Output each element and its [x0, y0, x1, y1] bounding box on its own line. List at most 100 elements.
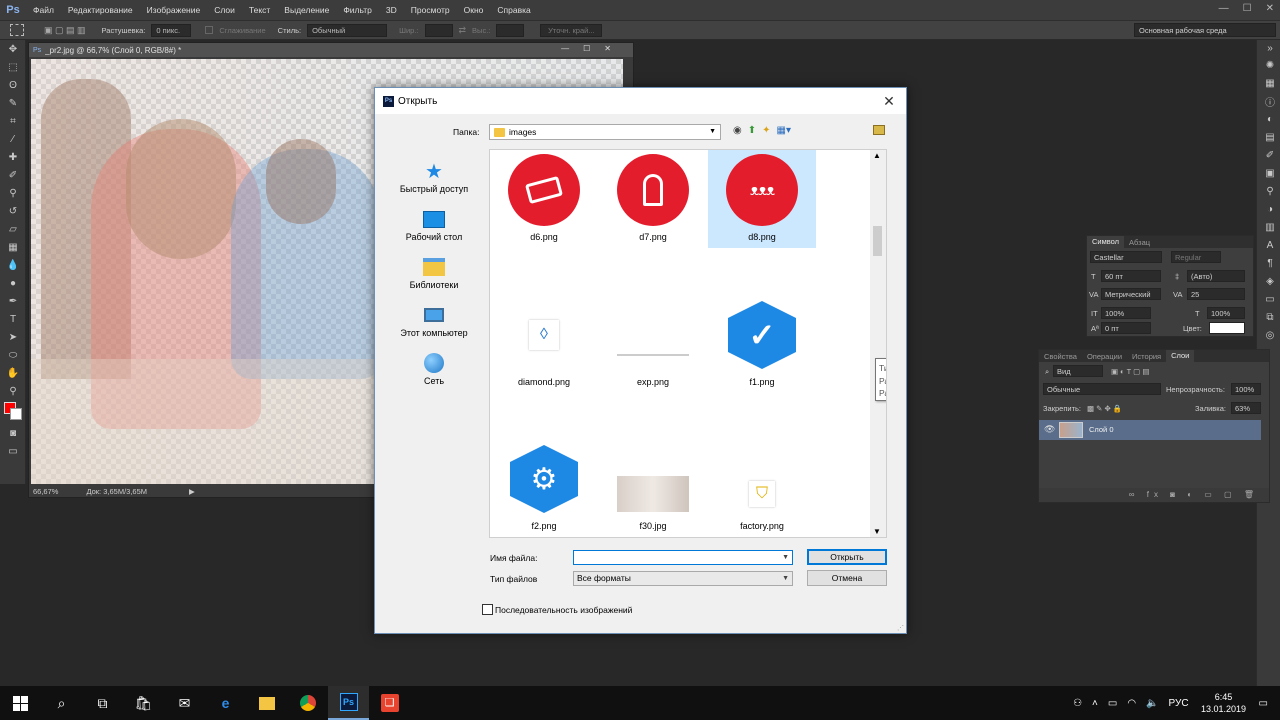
stamp-tool-icon[interactable]: ⚲ [0, 184, 26, 202]
language-indicator[interactable]: РУС [1169, 698, 1189, 709]
3d-panel-icon[interactable]: ◈ [1257, 272, 1280, 290]
text-color-swatch[interactable] [1209, 322, 1245, 334]
status-arrow-icon[interactable]: ▶ [189, 487, 195, 496]
menu-filter[interactable]: Фильтр [336, 5, 379, 15]
network-icon[interactable]: ◠ [1127, 698, 1136, 709]
visibility-eye-icon[interactable]: 👁 [1044, 424, 1055, 435]
tab-properties[interactable]: Свойства [1039, 352, 1082, 361]
scroll-thumb[interactable] [873, 226, 882, 256]
opacity-input[interactable]: 100% [1231, 383, 1261, 395]
recorder-app-icon[interactable]: ❏ [369, 686, 410, 720]
font-size-input[interactable]: 60 пт [1101, 270, 1161, 282]
tab-layers[interactable]: Слои [1166, 350, 1195, 362]
marquee-tool-icon[interactable]: ⬚ [0, 58, 26, 76]
collapse-panels-icon[interactable]: » [1257, 40, 1280, 56]
people-icon[interactable]: ⚇ [1073, 698, 1082, 709]
look-in-select[interactable]: images ▼ [489, 124, 721, 140]
battery-icon[interactable]: ▭ [1108, 698, 1117, 709]
file-item[interactable]: exp.png [599, 295, 707, 393]
tab-history[interactable]: История [1127, 352, 1166, 361]
volume-icon[interactable]: 🔈 [1146, 698, 1158, 709]
menu-edit[interactable]: Редактирование [61, 5, 140, 15]
menu-layer[interactable]: Слои [207, 5, 242, 15]
menu-3d[interactable]: 3D [379, 5, 404, 15]
lock-icons[interactable]: ▩ ✎ ✥ 🔒 [1087, 404, 1122, 413]
quick-mask-icon[interactable]: ◙ [0, 424, 26, 442]
lasso-tool-icon[interactable]: ʘ [0, 76, 26, 94]
new-folder-icon[interactable]: ✦ [762, 125, 770, 136]
file-item[interactable]: f30.jpg [599, 439, 707, 537]
workspace-select[interactable]: Основная рабочая среда [1134, 23, 1276, 37]
up-folder-icon[interactable]: ⬆ [748, 125, 756, 136]
file-item[interactable]: d7.png [599, 150, 707, 248]
leading-input[interactable]: (Авто) [1187, 270, 1245, 282]
swap-icon[interactable]: ⇄ [459, 25, 467, 36]
layer-filter-icons[interactable]: ▣ ◐ T ▢ ▤ [1111, 367, 1149, 376]
zoom-level[interactable]: 66,67% [33, 487, 58, 496]
search-icon[interactable]: ⌕ [41, 686, 82, 720]
chrome-icon[interactable] [287, 686, 328, 720]
tracking-input[interactable]: 25 [1187, 288, 1245, 300]
crop-tool-icon[interactable]: ⌗ [0, 112, 26, 130]
color-panel-icon[interactable]: ✺ [1257, 56, 1280, 74]
history-brush-tool-icon[interactable]: ↺ [0, 202, 26, 220]
mail-icon[interactable]: ✉ [164, 686, 205, 720]
zoom-tool-icon[interactable]: ⚲ [0, 382, 26, 400]
resize-grip-icon[interactable]: ⋰ [897, 624, 904, 632]
close-icon[interactable]: ✕ [1266, 3, 1274, 14]
image-sequence-checkbox[interactable] [482, 604, 493, 615]
view-menu-icon[interactable]: ▦▾ [777, 125, 791, 136]
tab-actions[interactable]: Операции [1082, 352, 1127, 361]
horizontal-scale-input[interactable]: 100% [1207, 307, 1245, 319]
layer-row[interactable]: 👁 Слой 0 [1039, 420, 1261, 440]
path-select-tool-icon[interactable]: ➤ [0, 328, 26, 346]
tab-character[interactable]: Символ [1087, 236, 1125, 248]
notifications-icon[interactable]: ▭ [1259, 698, 1268, 709]
maximize-icon[interactable]: ☐ [1243, 3, 1252, 14]
menu-type[interactable]: Текст [242, 5, 277, 15]
back-icon[interactable]: ◉ [733, 125, 742, 136]
file-item[interactable]: d6.png [490, 150, 598, 248]
eyedropper-tool-icon[interactable]: ⁄ [0, 130, 26, 148]
menu-select[interactable]: Выделение [277, 5, 336, 15]
file-type-select[interactable]: Все форматы ▼ [573, 571, 793, 586]
place-network[interactable]: Сеть [391, 342, 477, 390]
layer-name[interactable]: Слой 0 [1089, 425, 1114, 434]
type-tool-icon[interactable]: T [0, 310, 26, 328]
height-input[interactable] [496, 23, 525, 37]
file-item[interactable]: ⛉ factory.png [708, 439, 816, 537]
baseline-shift-input[interactable]: 0 пт [1101, 322, 1151, 334]
show-hidden-icons[interactable]: ˄ [1092, 698, 1098, 709]
info-panel-icon[interactable]: ⓘ [1257, 92, 1280, 110]
brush-presets-icon[interactable]: ▣ [1257, 164, 1280, 182]
gradient-tool-icon[interactable]: ▦ [0, 238, 26, 256]
color-swatches[interactable] [0, 400, 25, 424]
quick-select-tool-icon[interactable]: ✎ [0, 94, 26, 112]
place-desktop[interactable]: Рабочий стол [391, 198, 477, 246]
file-item[interactable]: ◊ diamond.png [490, 295, 598, 393]
file-item[interactable]: ✓ f1.png [708, 295, 816, 393]
paragraph-panel-icon[interactable]: ¶ [1257, 254, 1280, 272]
adjustments-panel-icon[interactable]: ◐ [1257, 110, 1280, 128]
close-icon[interactable]: ✕ [878, 91, 900, 111]
cancel-button[interactable]: Отмена [807, 570, 887, 586]
brush-tool-icon[interactable]: ✐ [0, 166, 26, 184]
blur-tool-icon[interactable]: 💧 [0, 256, 26, 274]
background-color-swatch[interactable] [10, 408, 22, 420]
file-list-scrollbar[interactable]: ▲ ▼ [870, 150, 886, 537]
file-name-input[interactable]: ▼ [573, 550, 793, 565]
selection-mode-icons[interactable]: ▣ ▢ ▤ ▥ [44, 25, 86, 36]
task-view-icon[interactable]: ⧉ [82, 686, 123, 720]
menu-image[interactable]: Изображение [140, 5, 208, 15]
screen-mode-icon[interactable]: ▭ [0, 442, 26, 460]
vertical-scale-input[interactable]: 100% [1101, 307, 1151, 319]
document-tab[interactable]: Ps _pr2.jpg @ 66,7% (Слой 0, RGB/8#) * —… [29, 43, 633, 57]
eraser-tool-icon[interactable]: ▱ [0, 220, 26, 238]
menu-file[interactable]: Файл [26, 5, 61, 15]
menu-help[interactable]: Справка [490, 5, 537, 15]
place-quick-access[interactable]: ★ Быстрый доступ [391, 150, 477, 198]
start-windows-icon[interactable] [0, 686, 41, 720]
pen-tool-icon[interactable]: ✒ [0, 292, 26, 310]
menu-window[interactable]: Окно [457, 5, 491, 15]
edge-icon[interactable]: e [205, 686, 246, 720]
